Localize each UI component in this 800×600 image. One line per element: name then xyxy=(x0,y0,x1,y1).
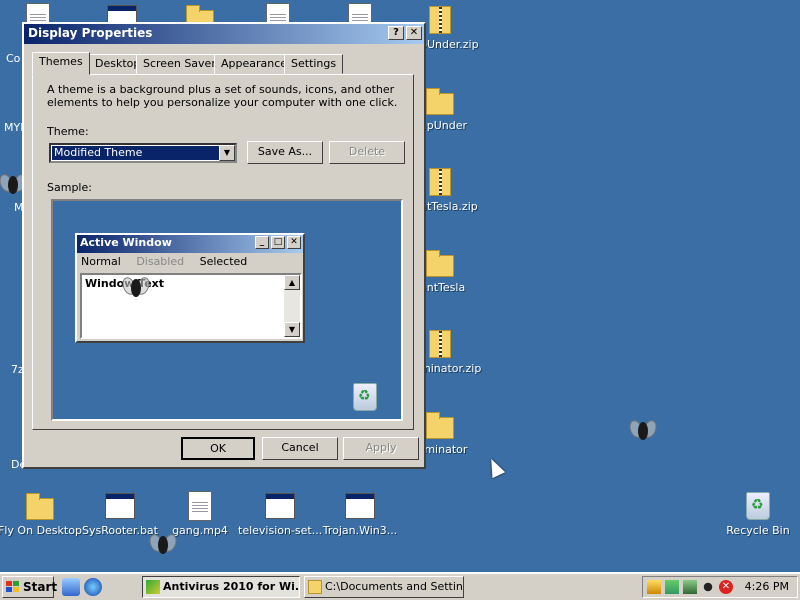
application-icon xyxy=(265,493,295,519)
desktop-label-fragment: Co xyxy=(6,52,21,65)
desktop-icon-label: entTesla xyxy=(420,281,466,294)
desktop-icon-label: minator.zip xyxy=(420,362,482,375)
folder-icon xyxy=(308,580,322,594)
taskbar: Start Antivirus 2010 for Wi... C:\Docume… xyxy=(0,572,800,600)
fly-icon[interactable] xyxy=(627,416,659,446)
themes-panel: A theme is a background plus a set of so… xyxy=(32,74,414,430)
gear-icon xyxy=(105,493,135,519)
ok-button[interactable]: OK xyxy=(181,437,255,460)
dialog-titlebar[interactable]: Display Properties ? ✕ xyxy=(24,24,424,44)
tab-themes[interactable]: Themes xyxy=(32,52,90,75)
close-icon: ✕ xyxy=(287,236,301,249)
media-file-icon xyxy=(188,491,212,521)
desktop-icon-label: rminator xyxy=(420,443,468,456)
tray-app-icon[interactable] xyxy=(665,580,679,594)
sample-menu-disabled: Disabled xyxy=(136,255,185,268)
taskbar-item-label: Antivirus 2010 for Wi... xyxy=(163,580,300,593)
system-tray: ✕ 4:26 PM xyxy=(642,576,798,598)
sample-menu-selected: Selected xyxy=(199,255,248,268)
tray-app-icon[interactable] xyxy=(647,580,661,594)
desktop-icon-pdunder-zip[interactable]: pUnder.zip xyxy=(420,4,484,51)
apply-button[interactable]: Apply xyxy=(343,437,419,460)
show-desktop-icon[interactable] xyxy=(62,578,80,596)
desktop-icon-label: Recycle Bin xyxy=(726,524,790,537)
desktop-icon-label: Fly On Desktop xyxy=(0,524,82,537)
tray-app-icon[interactable] xyxy=(683,580,697,594)
tab-settings[interactable]: Settings xyxy=(284,54,344,74)
clock[interactable]: 4:26 PM xyxy=(745,577,789,597)
scroll-up-icon: ▲ xyxy=(284,275,300,290)
help-button[interactable]: ? xyxy=(388,26,404,40)
cancel-button[interactable]: Cancel xyxy=(262,437,338,460)
sample-client-area: Window Text ▲ ▼ xyxy=(80,273,302,339)
desktop-icon-trojan[interactable]: Trojan.Win3... xyxy=(318,490,402,537)
zip-icon xyxy=(429,330,451,358)
desktop-icon-terminator[interactable]: rminator xyxy=(420,409,484,456)
alert-icon[interactable]: ✕ xyxy=(719,580,733,594)
mouse-cursor-icon xyxy=(484,455,506,479)
sample-label: Sample: xyxy=(47,181,92,194)
zip-icon xyxy=(429,6,451,34)
folder-icon xyxy=(26,493,54,520)
theme-dropdown[interactable]: Modified Theme ▼ xyxy=(49,143,237,163)
theme-sample-preview: Active Window _ □ ✕ Normal Disabled Sele… xyxy=(51,199,403,421)
application-icon xyxy=(345,493,375,519)
sample-scrollbar: ▲ ▼ xyxy=(284,275,300,337)
maximize-icon: □ xyxy=(271,236,285,249)
tab-screen-saver[interactable]: Screen Saver xyxy=(136,54,223,74)
start-button[interactable]: Start xyxy=(2,576,58,598)
desktop-icon-label: television-set... xyxy=(238,524,323,537)
folder-icon xyxy=(426,250,454,277)
chevron-down-icon[interactable]: ▼ xyxy=(219,145,235,161)
theme-description: A theme is a background plus a set of so… xyxy=(47,83,398,109)
close-button[interactable]: ✕ xyxy=(406,26,422,40)
desktop-icon-pdunder[interactable]: epUnder xyxy=(420,85,484,132)
delete-button[interactable]: Delete xyxy=(329,141,405,164)
desktop-icon-fly-on-desktop[interactable]: Fly On Desktop xyxy=(0,490,82,537)
desktop-icon-recycle-bin[interactable]: Recycle Bin xyxy=(716,490,800,537)
scroll-down-icon: ▼ xyxy=(284,322,300,337)
start-label: Start xyxy=(23,580,58,594)
theme-selected-value: Modified Theme xyxy=(52,146,219,160)
folder-icon xyxy=(426,88,454,115)
sample-menu-bar: Normal Disabled Selected xyxy=(77,253,303,271)
internet-explorer-icon[interactable] xyxy=(84,578,102,596)
display-properties-dialog: Display Properties ? ✕ Themes Desktop Sc… xyxy=(22,22,426,469)
folder-icon xyxy=(426,412,454,439)
dialog-title: Display Properties xyxy=(28,26,153,40)
taskbar-item-antivirus[interactable]: Antivirus 2010 for Wi... xyxy=(142,576,300,598)
recycle-bin-icon xyxy=(349,381,377,411)
sample-window-titlebar: Active Window _ □ ✕ xyxy=(77,235,303,253)
recycle-bin-icon xyxy=(746,492,770,520)
desktop-icon-label: pUnder.zip xyxy=(420,38,479,51)
fly-icon[interactable] xyxy=(120,273,152,303)
taskbar-item-label: C:\Documents and Settin... xyxy=(325,580,464,593)
desktop-icon-terminator-zip[interactable]: minator.zip xyxy=(420,328,484,375)
desktop-icon-tesla-zip[interactable]: ntTesla.zip xyxy=(420,166,484,213)
sample-menu-normal: Normal xyxy=(81,255,121,268)
minimize-icon: _ xyxy=(255,236,269,249)
desktop-icon-television-set[interactable]: television-set... xyxy=(238,490,322,537)
fly-tray-icon[interactable] xyxy=(701,580,715,594)
desktop-icon-label: ntTesla.zip xyxy=(420,200,478,213)
fly-icon[interactable] xyxy=(147,530,179,560)
sample-active-window: Active Window _ □ ✕ Normal Disabled Sele… xyxy=(75,233,305,343)
antivirus-app-icon xyxy=(146,580,160,594)
desktop-icon-label: epUnder xyxy=(420,119,468,132)
desktop-icon-label: Trojan.Win3... xyxy=(322,524,398,537)
theme-label: Theme: xyxy=(47,125,89,138)
taskbar-item-explorer[interactable]: C:\Documents and Settin... xyxy=(304,576,464,598)
sample-window-title: Active Window xyxy=(80,236,172,249)
desktop-icon-tesla[interactable]: entTesla xyxy=(420,247,484,294)
windows-logo-icon xyxy=(6,581,20,593)
zip-icon xyxy=(429,168,451,196)
save-as-button[interactable]: Save As... xyxy=(247,141,323,164)
tab-appearance[interactable]: Appearance xyxy=(214,54,295,74)
